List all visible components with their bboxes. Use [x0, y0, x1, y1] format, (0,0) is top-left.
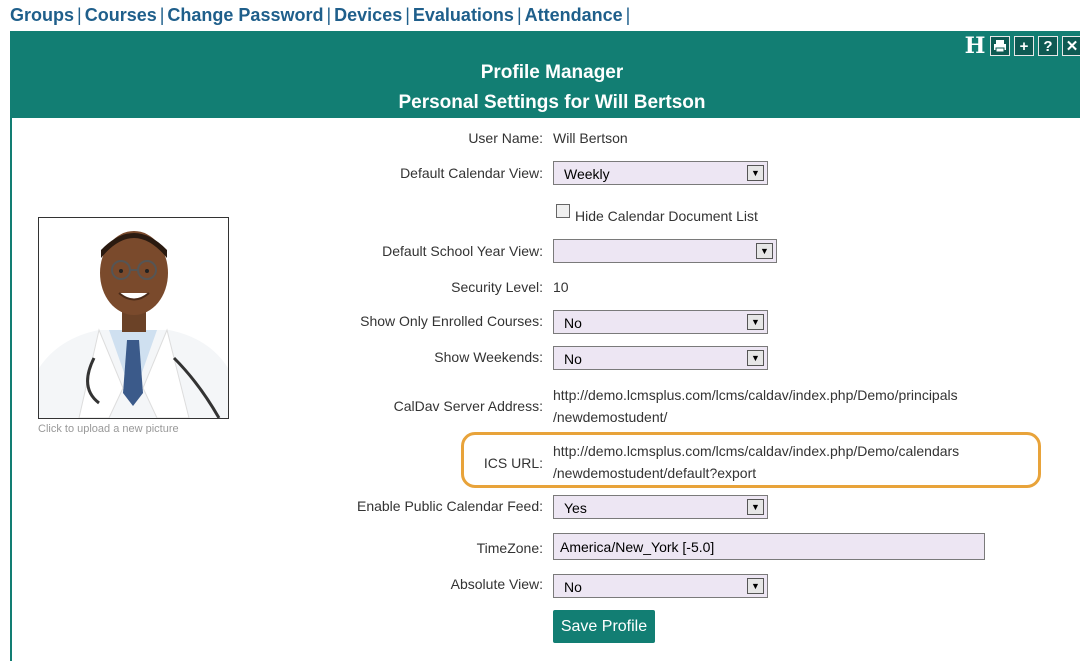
enrolled-courses-select[interactable]: No ▼ [553, 310, 768, 334]
question-icon[interactable]: ? [1038, 36, 1058, 56]
chevron-down-icon: ▼ [747, 314, 764, 330]
caldav-url-line1: http://demo.lcmsplus.com/lcms/caldav/ind… [553, 387, 958, 403]
photo-upload-caption[interactable]: Click to upload a new picture [38, 423, 228, 434]
nav-groups[interactable]: Groups [10, 5, 74, 25]
nav-separator: | [159, 5, 165, 25]
nav-devices[interactable]: Devices [334, 5, 402, 25]
nav-separator: | [77, 5, 82, 25]
timezone-input[interactable]: America/New_York [-5.0] [553, 533, 985, 560]
absolute-view-select[interactable]: No ▼ [553, 574, 768, 598]
nav-change-password[interactable]: Change Password [167, 5, 323, 25]
timezone-label: TimeZone: [476, 540, 543, 556]
nav-courses[interactable]: Courses [85, 5, 157, 25]
nav-evaluations[interactable]: Evaluations [413, 5, 514, 25]
user-name-label: User Name: [468, 130, 543, 146]
weekends-select[interactable]: No ▼ [553, 346, 768, 370]
enrolled-courses-label: Show Only Enrolled Courses: [360, 313, 543, 329]
weekends-value: No [564, 351, 582, 367]
chevron-down-icon: ▼ [747, 499, 764, 515]
ics-url-value: http://demo.lcmsplus.com/lcms/caldav/ind… [553, 440, 959, 484]
ics-url-line1: http://demo.lcmsplus.com/lcms/caldav/ind… [553, 443, 960, 459]
close-icon[interactable]: ✕ [1062, 36, 1080, 56]
public-feed-select[interactable]: Yes ▼ [553, 495, 768, 519]
calendar-view-label: Default Calendar View: [400, 165, 543, 181]
absolute-view-label: Absolute View: [450, 576, 543, 592]
ics-url-line2: /newdemostudent/default?export [553, 465, 757, 481]
calendar-view-value: Weekly [564, 166, 610, 182]
security-level-label: Security Level: [451, 279, 543, 295]
top-nav: Groups | Courses | Change Password | Devices | E… [10, 5, 633, 26]
weekends-label: Show Weekends: [434, 349, 543, 365]
header-toolbar: H + ? ✕ [964, 33, 1080, 59]
calendar-view-select[interactable]: Weekly ▼ [553, 161, 768, 185]
add-icon[interactable]: + [1014, 36, 1034, 56]
nav-separator: | [326, 5, 332, 25]
absolute-view-value: No [564, 579, 582, 595]
school-year-label: Default School Year View: [382, 243, 543, 259]
caldav-url-line2: /newdemostudent/ [553, 409, 668, 425]
print-icon[interactable] [990, 36, 1010, 56]
chevron-down-icon: ▼ [747, 578, 764, 594]
nav-separator: | [625, 5, 631, 25]
user-name-value: Will Bertson [553, 130, 628, 146]
nav-separator: | [516, 5, 522, 25]
enrolled-courses-value: No [564, 315, 582, 331]
caldav-value: http://demo.lcmsplus.com/lcms/caldav/ind… [553, 384, 958, 428]
chevron-down-icon: ▼ [756, 243, 773, 259]
public-feed-value: Yes [564, 500, 587, 516]
nav-attendance[interactable]: Attendance [525, 5, 623, 25]
panel-header: H + ? ✕ Profile Manager Personal Setting… [12, 31, 1080, 118]
ics-url-label: ICS URL: [483, 455, 543, 471]
help-h-icon[interactable]: H [964, 33, 986, 59]
profile-photo[interactable] [38, 217, 229, 419]
chevron-down-icon: ▼ [747, 350, 764, 366]
nav-separator: | [405, 5, 410, 25]
public-feed-label: Enable Public Calendar Feed: [356, 498, 543, 514]
hide-doc-list-label: Hide Calendar Document List [575, 208, 758, 224]
panel-title: Profile Manager [480, 62, 624, 83]
security-level-value: 10 [553, 279, 569, 295]
panel-subtitle: Personal Settings for Will Bertson [398, 92, 706, 113]
hide-doc-list-checkbox[interactable] [556, 204, 570, 218]
save-profile-button[interactable]: Save Profile [553, 610, 655, 643]
school-year-select[interactable]: ▼ [553, 239, 777, 263]
chevron-down-icon: ▼ [747, 165, 764, 181]
caldav-label: CalDav Server Address: [393, 398, 543, 414]
